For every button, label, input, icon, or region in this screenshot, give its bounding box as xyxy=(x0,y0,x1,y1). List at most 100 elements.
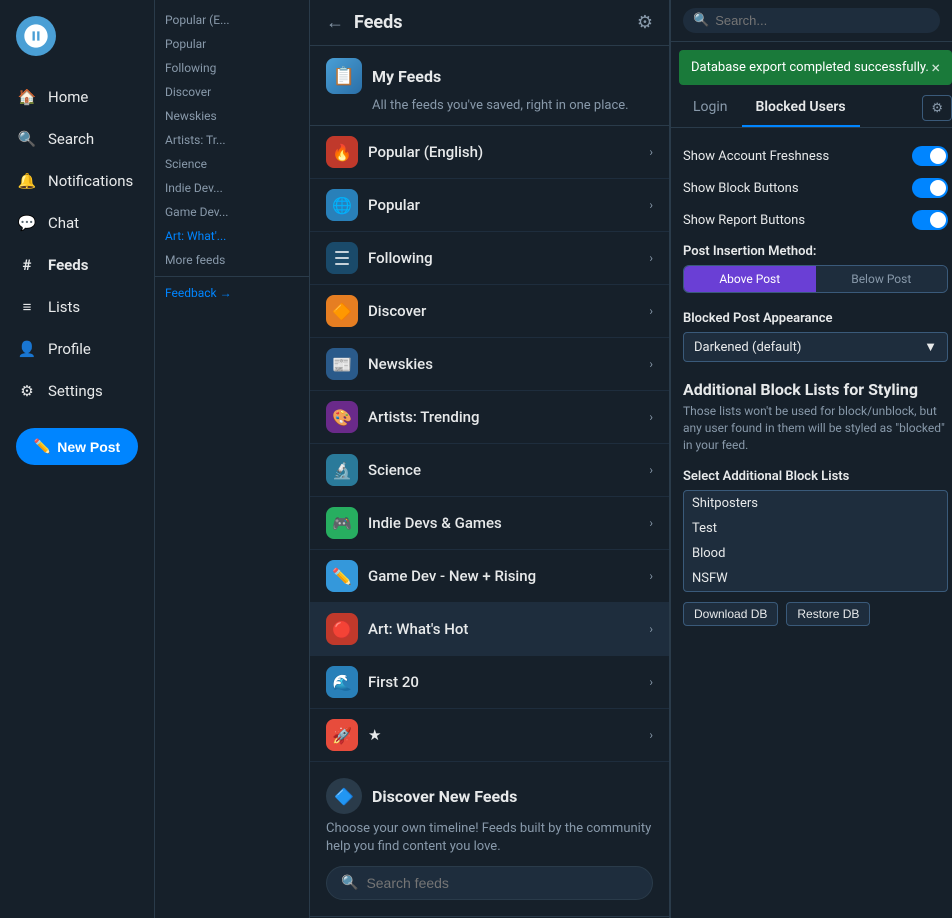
sidebar-item-label: Settings xyxy=(48,382,103,400)
restore-db-button[interactable]: Restore DB xyxy=(786,602,870,626)
show-account-freshness-toggle[interactable] xyxy=(912,146,948,166)
feed-icon: 🌐 xyxy=(326,189,358,221)
sidebar: 🏠 Home 🔍 Search 🔔 Notifications 💬 Chat #… xyxy=(0,0,155,918)
feed-item-left: 🎮 Indie Devs & Games xyxy=(326,507,502,539)
feed-item-left: 📰 Newskies xyxy=(326,348,433,380)
feed-item-gamedev[interactable]: ✏️ Game Dev - New + Rising › xyxy=(310,550,669,603)
chevron-right-icon: › xyxy=(649,675,653,689)
blocked-appearance-label: Blocked Post Appearance xyxy=(683,303,948,332)
show-block-buttons-toggle[interactable] xyxy=(912,178,948,198)
feeds-sidebar-feedback[interactable]: Feedback → xyxy=(155,281,309,305)
sidebar-item-notifications[interactable]: 🔔 Notifications xyxy=(0,160,154,202)
feeds-sidebar-discover[interactable]: Discover xyxy=(155,80,309,104)
feeds-sidebar-popular[interactable]: Popular xyxy=(155,32,309,56)
block-list-test[interactable]: Test xyxy=(684,516,947,541)
feed-item-left: Following xyxy=(326,242,433,274)
my-feeds-header: 📋 My Feeds xyxy=(326,58,653,94)
chevron-right-icon: › xyxy=(649,463,653,477)
toast-message: Database export completed successfully. xyxy=(691,60,929,75)
feeds-sidebar-gamedev[interactable]: Game Dev... xyxy=(155,200,309,224)
chevron-right-icon: › xyxy=(649,304,653,318)
feed-icon: 🔴 xyxy=(326,613,358,645)
sidebar-item-lists[interactable]: ≡ Lists xyxy=(0,286,154,328)
block-lists-select[interactable]: Shitposters Test Blood NSFW xyxy=(683,490,948,592)
feeds-sidebar-more[interactable]: More feeds xyxy=(155,248,309,272)
discover-search-input[interactable] xyxy=(366,875,638,891)
home-icon: 🏠 xyxy=(16,86,38,108)
feeds-quick-sidebar: Popular (E... Popular Following Discover… xyxy=(155,0,310,918)
feeds-sidebar-art-hot[interactable]: Art: What'... xyxy=(155,224,309,248)
feed-name: Game Dev - New + Rising xyxy=(368,567,536,585)
feed-item-artists[interactable]: 🎨 Artists: Trending › xyxy=(310,391,669,444)
sidebar-item-home[interactable]: 🏠 Home xyxy=(0,76,154,118)
sidebar-item-search[interactable]: 🔍 Search xyxy=(0,118,154,160)
feed-item-star[interactable]: 🚀 ★ › xyxy=(310,709,669,762)
chevron-right-icon: › xyxy=(649,728,653,742)
back-icon[interactable]: ← xyxy=(326,12,344,33)
toast-notification: Database export completed successfully. … xyxy=(679,50,952,85)
right-tabs: Login Blocked Users ⚙ xyxy=(671,89,952,128)
sidebar-item-chat[interactable]: 💬 Chat xyxy=(0,202,154,244)
above-post-button[interactable]: Above Post xyxy=(684,266,816,292)
sidebar-item-label: Home xyxy=(48,88,88,106)
app-logo[interactable] xyxy=(16,16,56,56)
feed-name: Indie Devs & Games xyxy=(368,514,502,532)
feeds-sidebar-artists[interactable]: Artists: Tr... xyxy=(155,128,309,152)
feeds-settings-icon[interactable]: ⚙ xyxy=(637,12,653,33)
chevron-right-icon: › xyxy=(649,410,653,424)
feed-name: Art: What's Hot xyxy=(368,620,468,638)
toast-close-button[interactable]: × xyxy=(931,58,940,77)
search-icon: 🔍 xyxy=(341,875,358,891)
feeds-header: ← Feeds ⚙ xyxy=(310,0,669,46)
discover-search-box[interactable]: 🔍 xyxy=(326,866,653,900)
new-post-button[interactable]: ✏️ New Post xyxy=(16,428,138,465)
feed-icon: 🔥 xyxy=(326,136,358,168)
chevron-right-icon: › xyxy=(649,251,653,265)
lists-icon: ≡ xyxy=(16,296,38,318)
block-list-nsfw[interactable]: NSFW xyxy=(684,566,947,591)
right-search-box[interactable]: 🔍 xyxy=(683,8,940,33)
my-feeds-section: 📋 My Feeds All the feeds you've saved, r… xyxy=(310,46,669,126)
sidebar-item-label: Feeds xyxy=(48,256,88,274)
feeds-sidebar-newskies[interactable]: Newskies xyxy=(155,104,309,128)
chevron-right-icon: › xyxy=(649,622,653,636)
download-db-button[interactable]: Download DB xyxy=(683,602,778,626)
feeds-sidebar-science[interactable]: Science xyxy=(155,152,309,176)
tab-login[interactable]: Login xyxy=(679,89,742,127)
feed-icon: 🎮 xyxy=(326,507,358,539)
feed-item-following[interactable]: Following › xyxy=(310,232,669,285)
feeds-sidebar-indie[interactable]: Indie Dev... xyxy=(155,176,309,200)
feed-item-discover[interactable]: 🔶 Discover › xyxy=(310,285,669,338)
person-icon: 👤 xyxy=(16,338,38,360)
settings-gear-button[interactable]: ⚙ xyxy=(922,95,952,121)
block-list-shitposters[interactable]: Shitposters xyxy=(684,491,947,516)
block-list-blood[interactable]: Blood xyxy=(684,541,947,566)
feed-item-science[interactable]: 🔬 Science › xyxy=(310,444,669,497)
blocked-appearance-select[interactable]: Darkened (default) ▼ xyxy=(683,332,948,362)
dropdown-chevron-icon: ▼ xyxy=(924,339,937,355)
right-panel: 🔍 Database export completed successfully… xyxy=(670,0,952,918)
feeds-sidebar-following[interactable]: Following xyxy=(155,56,309,80)
sidebar-item-settings[interactable]: ⚙ Settings xyxy=(0,370,154,412)
sidebar-item-profile[interactable]: 👤 Profile xyxy=(0,328,154,370)
sidebar-item-label: Notifications xyxy=(48,172,133,190)
feed-item-popular-english[interactable]: 🔥 Popular (English) › xyxy=(310,126,669,179)
tab-blocked-users[interactable]: Blocked Users xyxy=(742,89,860,127)
feed-item-art-hot[interactable]: 🔴 Art: What's Hot › xyxy=(310,603,669,656)
show-report-buttons-toggle[interactable] xyxy=(912,210,948,230)
feed-item-newskies[interactable]: 📰 Newskies › xyxy=(310,338,669,391)
sidebar-item-label: Search xyxy=(48,130,94,148)
feeds-icon: # xyxy=(16,254,38,276)
feed-item-popular[interactable]: 🌐 Popular › xyxy=(310,179,669,232)
right-search-input[interactable] xyxy=(715,13,930,28)
show-account-freshness-row: Show Account Freshness xyxy=(683,140,948,172)
feed-item-left: 🎨 Artists: Trending xyxy=(326,401,480,433)
sidebar-item-feeds[interactable]: # Feeds xyxy=(0,244,154,286)
feed-name: Newskies xyxy=(368,355,433,373)
feed-item-indie-devs[interactable]: 🎮 Indie Devs & Games › xyxy=(310,497,669,550)
below-post-button[interactable]: Below Post xyxy=(816,266,948,292)
feeds-sidebar-popular-english[interactable]: Popular (E... xyxy=(155,8,309,32)
feed-icon: 🎨 xyxy=(326,401,358,433)
feeds-header-left: ← Feeds xyxy=(326,12,403,33)
feed-item-first20[interactable]: 🌊 First 20 › xyxy=(310,656,669,709)
